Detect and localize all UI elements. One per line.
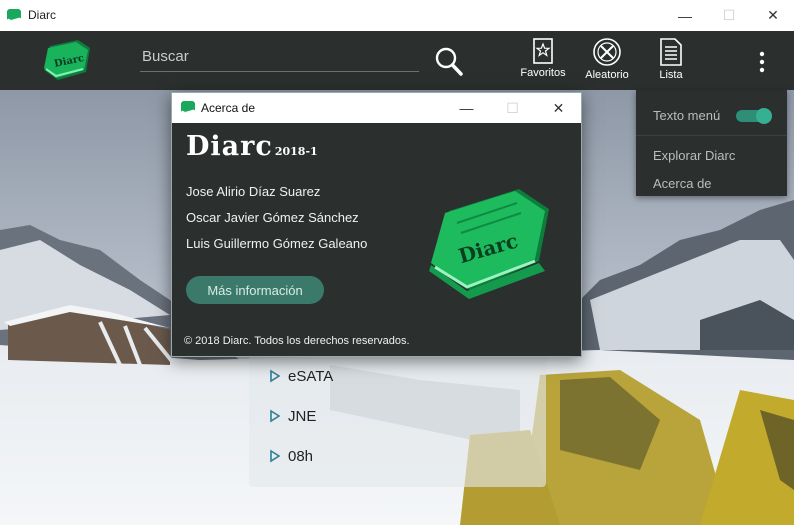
search-input[interactable] (140, 42, 419, 72)
brand-title: Diarc 2018-1 (186, 131, 318, 162)
results-list: eSATA JNE 08h (249, 355, 546, 487)
brand-version: 2018-1 (274, 145, 318, 158)
list-label: Lista (659, 69, 683, 81)
author-name: Luis Guillermo Gómez Galeano (186, 236, 368, 251)
play-triangle-icon (270, 409, 281, 423)
brand-name: Diarc (186, 131, 273, 162)
favorites-button[interactable]: Favoritos (513, 37, 573, 87)
diarc-logo-icon[interactable]: Diarc (40, 38, 92, 82)
window-title: Diarc (28, 8, 57, 22)
menu-item-about[interactable]: Acerca de (653, 176, 712, 191)
book-icon (181, 101, 195, 114)
random-wheel-icon (593, 38, 621, 66)
text-menu-toggle[interactable] (736, 108, 772, 124)
options-menu: Texto menú Explorar Diarc Acerca de (636, 90, 787, 196)
menu-text-toggle-label: Texto menú (653, 108, 721, 123)
list-document-icon (660, 38, 682, 66)
dialog-title: Acerca de (201, 101, 256, 115)
dialog-close-button[interactable]: ✕ (536, 93, 581, 123)
play-triangle-icon (270, 449, 281, 463)
list-item-label: eSATA (288, 367, 334, 385)
menu-divider (636, 135, 787, 136)
more-options-icon[interactable] (750, 49, 774, 75)
list-item[interactable]: JNE (269, 405, 316, 427)
menu-item-explore[interactable]: Explorar Diarc (653, 148, 735, 163)
random-label: Aleatorio (585, 69, 629, 81)
copyright-text: © 2018 Diarc. Todos los derechos reserva… (184, 335, 410, 347)
book-logo-icon: Diarc (429, 189, 549, 299)
author-name: Oscar Javier Gómez Sánchez (186, 210, 359, 225)
close-button[interactable]: ✕ (750, 0, 794, 31)
author-name: Jose Alirio Díaz Suarez (186, 184, 321, 199)
list-item[interactable]: eSATA (269, 365, 333, 387)
list-item-label: 08h (288, 447, 314, 465)
dialog-maximize-button[interactable]: ☐ (490, 93, 535, 123)
minimize-button[interactable]: — (662, 0, 708, 31)
maximize-button[interactable]: ☐ (706, 0, 752, 31)
window-titlebar: Diarc — ☐ ✕ (0, 0, 794, 31)
dialog-titlebar: Acerca de — ☐ ✕ (172, 93, 581, 123)
about-dialog: Acerca de — ☐ ✕ Diarc 2018-1 Jose Alirio … (171, 92, 582, 357)
star-document-icon (533, 38, 553, 64)
play-triangle-icon (270, 369, 281, 383)
book-icon (7, 9, 21, 22)
list-button[interactable]: Lista (641, 37, 701, 87)
favorites-label: Favoritos (520, 67, 566, 79)
list-item-label: JNE (288, 407, 317, 425)
more-info-button[interactable]: Más información (186, 276, 324, 304)
app-toolbar: Diarc Favoritos Aleatorio Lista (0, 31, 794, 90)
search-icon[interactable] (434, 46, 464, 78)
list-item[interactable]: 08h (269, 445, 313, 467)
dialog-minimize-button[interactable]: — (444, 93, 489, 123)
random-button[interactable]: Aleatorio (577, 37, 637, 87)
toggle-knob (756, 108, 772, 124)
